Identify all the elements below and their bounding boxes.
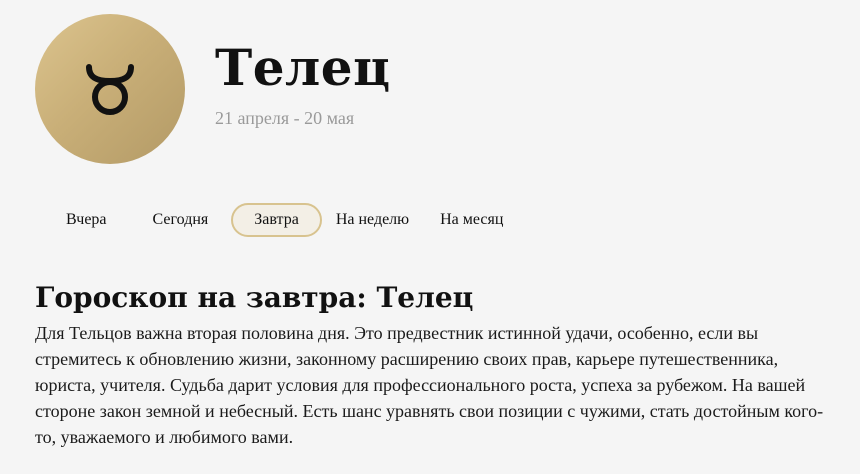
- horoscope-title: Гороскоп на завтра: Телец: [35, 281, 474, 314]
- tab-today[interactable]: Сегодня: [130, 203, 232, 237]
- tab-month[interactable]: На месяц: [423, 203, 520, 237]
- horoscope-page: Телец 21 апреля - 20 мая Вчера Сегодня З…: [0, 0, 860, 474]
- sign-dates: 21 апреля - 20 мая: [215, 107, 355, 128]
- sign-badge: [35, 14, 185, 164]
- sign-title: Телец: [215, 37, 391, 97]
- horoscope-text: Для Тельцов важна вторая половина дня. Э…: [35, 323, 824, 447]
- period-tabs: Вчера Сегодня Завтра На неделю На месяц: [40, 203, 520, 237]
- tab-week[interactable]: На неделю: [322, 203, 423, 237]
- tab-tomorrow[interactable]: Завтра: [231, 203, 322, 237]
- taurus-icon: [86, 64, 134, 115]
- title-block: Телец 21 апреля - 20 мая: [215, 38, 391, 129]
- tab-yesterday[interactable]: Вчера: [43, 203, 130, 237]
- sign-header: Телец 21 апреля - 20 мая: [35, 14, 391, 164]
- horoscope-content: Гороскоп на завтра: Телец Для Тельцов ва…: [35, 280, 835, 450]
